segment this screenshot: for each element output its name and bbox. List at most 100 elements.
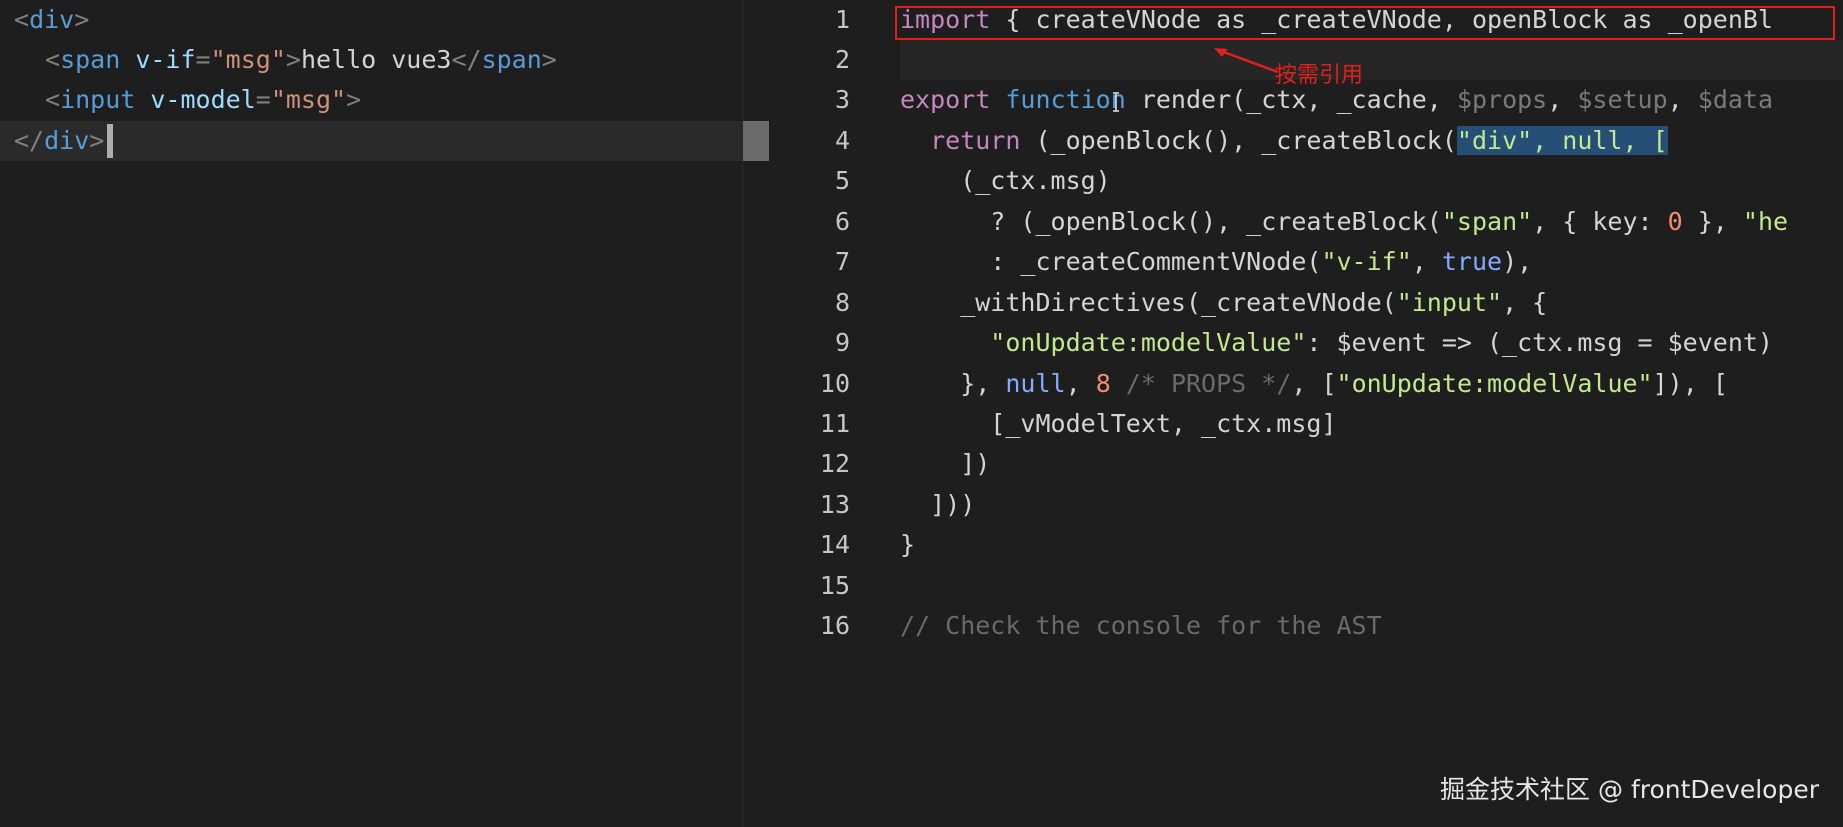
compiled-output-pane[interactable]: 1 2 3 4 5 6 7 8 9 10 11 12 13 14 15 16 i… [770,0,1843,827]
code-line-16-comment: // Check the console for the AST [900,611,1382,640]
code-line-11: [_vModelText, _ctx.msg] [900,409,1337,438]
line-number: 16 [819,611,850,640]
tag-close-bracket: > [346,85,362,114]
template-line-3: <input v-model="msg"> [45,80,361,120]
null-literal: null [1005,369,1066,398]
keyword-export: export [900,85,991,114]
code-segment: : _createCommentVNode( [900,247,1322,276]
line-number: 2 [834,45,850,74]
tag-open-bracket: < [45,45,61,74]
code-segment: ]), [ [1652,369,1728,398]
code-line-14: } [900,530,916,559]
tag-close-bracket: > [74,5,90,34]
split-editor-view: <div> <span v-if="msg">hello vue3</span>… [0,0,1843,827]
span-text-content: hello vue3 [300,45,452,74]
code-line-6: ? (_openBlock(), _createBlock("span", { … [900,202,1788,242]
line-number: 13 [819,490,850,519]
line-number: 11 [819,409,850,438]
code-line-7: : _createCommentVNode("v-if", true), [900,242,1532,282]
number-literal: 8 [1095,369,1111,398]
line-number: 14 [819,530,850,559]
code-line-9: "onUpdate:modelValue": $event => (_ctx.m… [900,323,1773,363]
code-segment: ? (_openBlock(), _createBlock( [900,207,1442,236]
scrollbar-thumb[interactable] [743,121,769,161]
tag-close-bracket: > [285,45,301,74]
code-line-5: (_ctx.msg) [900,166,1111,195]
tag-name-span-close: span [481,45,542,74]
comma: , [1547,85,1578,114]
tag-end-open: </ [14,126,45,155]
tag-name-div: div [29,5,75,34]
comment-props: /* PROPS */ [1110,369,1292,398]
tag-name-span: span [60,45,121,74]
annotation-label: 按需引用 [1275,63,1364,88]
watermark: 掘金技术社区 @ frontDeveloper [1440,775,1819,804]
template-line-4: </div> [14,121,104,161]
string-v-if: "v-if" [1321,247,1412,276]
line-number: 12 [819,449,850,478]
code-segment: , [1411,247,1442,276]
code-segment: , { key: [1532,207,1668,236]
tag-open-bracket: < [45,85,61,114]
line-number: 5 [834,166,850,195]
line-number: 3 [834,85,850,114]
code-segment: , [ [1291,369,1337,398]
keyword-return: return [900,126,1021,155]
line-number: 15 [819,571,850,600]
template-editor-pane[interactable]: <div> <span v-if="msg">hello vue3</span>… [0,0,742,827]
string-input: "input" [1396,288,1503,317]
line-number: 1 [834,5,850,34]
string-onupdate: "onUpdate:modelValue" [900,328,1307,357]
line-number: 4 [834,126,850,155]
line-number: 7 [834,247,850,276]
code-segment: ), [1502,247,1533,276]
keyword-function: function [990,85,1126,114]
tag-end-open: </ [451,45,482,74]
string-onupdate: "onUpdate:modelValue" [1336,369,1653,398]
render-signature: render(_ctx, _cache, [1125,85,1457,114]
line-number: 9 [834,328,850,357]
param-props: $props [1456,85,1548,114]
tag-name-input: input [60,85,136,114]
code-segment: }, [900,369,1006,398]
line-number: 6 [834,207,850,236]
code-segment: , { [1502,288,1548,317]
boolean-true: true [1441,247,1503,276]
attr-v-if: v-if [120,45,196,74]
code-line-8: _withDirectives(_createVNode("input", { [900,283,1547,323]
line-number: 10 [819,369,850,398]
tag-name-div-close: div [44,126,90,155]
pane-divider[interactable] [742,0,743,827]
attr-equals: = [195,45,211,74]
line-number: 8 [834,288,850,317]
tag-close-bracket: > [89,126,105,155]
code-segment: , [1065,369,1096,398]
template-line-1: <div> [14,0,89,40]
return-call: (_openBlock(), _createBlock( [1020,126,1457,155]
text-cursor-ibeam-icon [1113,92,1119,112]
string-span: "span" [1441,207,1533,236]
code-line-4: return (_openBlock(), _createBlock("div"… [900,121,1668,161]
code-segment: : $event => (_ctx.msg = $event) [1306,328,1773,357]
code-line-12: ]) [900,449,991,478]
attr-value-msg: "msg" [270,85,347,114]
number-literal: 0 [1667,207,1683,236]
code-segment: _withDirectives(_createVNode( [900,288,1397,317]
annotation-arrow-icon [1214,48,1279,74]
template-line-2: <span v-if="msg">hello vue3</span> [45,40,557,80]
param-data: $data [1697,85,1774,114]
attr-v-model: v-model [135,85,256,114]
tag-close-bracket: > [541,45,557,74]
tag-open-bracket: < [14,5,30,34]
code-line-13: ])) [900,490,976,519]
line-highlight [900,40,1843,80]
code-segment: }, [1682,207,1743,236]
comma: , [1667,85,1698,114]
selected-text: "div", null, [ [1456,126,1668,155]
text-cursor [107,124,113,158]
annotation-box [895,6,1835,40]
string-hello: "he [1742,207,1789,236]
code-line-10: }, null, 8 /* PROPS */, ["onUpdate:model… [900,364,1728,404]
attr-equals: = [255,85,271,114]
param-setup: $setup [1577,85,1668,114]
